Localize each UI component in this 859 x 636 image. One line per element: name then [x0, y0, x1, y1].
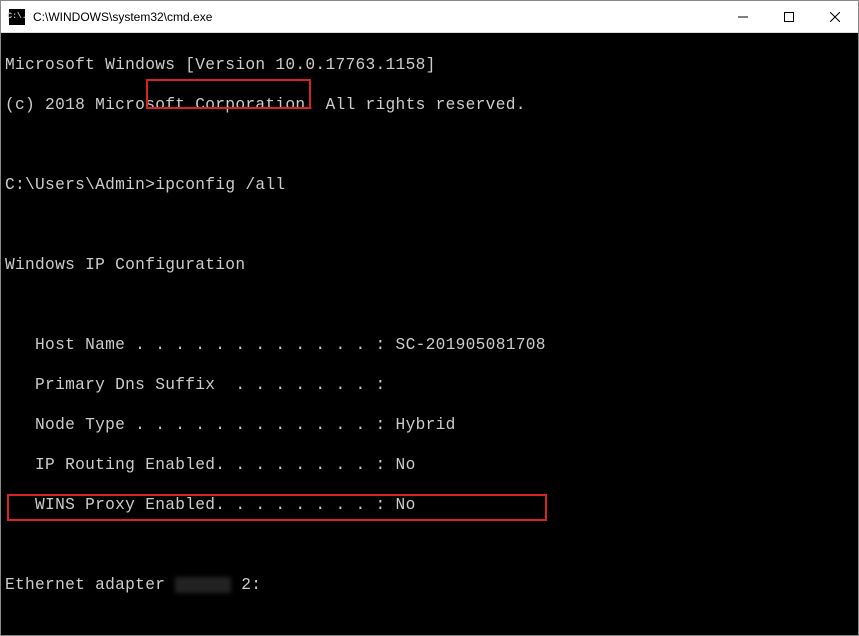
section-header: Windows IP Configuration — [5, 255, 854, 275]
cmd-window: C:\. C:\WINDOWS\system32\cmd.exe Microso… — [0, 0, 859, 636]
close-icon — [830, 12, 840, 22]
console-line — [5, 295, 854, 315]
console-line: WINS Proxy Enabled. . . . . . . . : No — [5, 495, 854, 515]
cmd-icon: C:\. — [9, 9, 25, 25]
titlebar: C:\. C:\WINDOWS\system32\cmd.exe — [1, 1, 858, 33]
console-line: IP Routing Enabled. . . . . . . . : No — [5, 455, 854, 475]
console-line: Microsoft Windows [Version 10.0.17763.11… — [5, 55, 854, 75]
prompt-line: C:\Users\Admin>ipconfig /all — [5, 175, 854, 195]
console-line: Primary Dns Suffix . . . . . . . : — [5, 375, 854, 395]
console-line — [5, 135, 854, 155]
maximize-icon — [784, 12, 794, 22]
console-line — [5, 615, 854, 635]
redacted-adapter-name — [175, 577, 231, 593]
console-line — [5, 215, 854, 235]
console-area[interactable]: Microsoft Windows [Version 10.0.17763.11… — [1, 33, 858, 635]
console-line: Host Name . . . . . . . . . . . . : SC-2… — [5, 335, 854, 355]
console-line — [5, 535, 854, 555]
minimize-icon — [738, 12, 748, 22]
adapter-suffix: 2: — [231, 576, 261, 594]
section-header: Ethernet adapter 2: — [5, 575, 854, 595]
close-button[interactable] — [812, 1, 858, 33]
console-line: (c) 2018 Microsoft Corporation. All righ… — [5, 95, 854, 115]
window-controls — [720, 1, 858, 33]
console-line: Node Type . . . . . . . . . . . . : Hybr… — [5, 415, 854, 435]
minimize-button[interactable] — [720, 1, 766, 33]
prompt-prefix: C:\Users\Admin> — [5, 176, 155, 194]
window-title: C:\WINDOWS\system32\cmd.exe — [33, 10, 720, 24]
typed-command: ipconfig /all — [155, 176, 285, 194]
maximize-button[interactable] — [766, 1, 812, 33]
adapter-prefix: Ethernet adapter — [5, 576, 175, 594]
